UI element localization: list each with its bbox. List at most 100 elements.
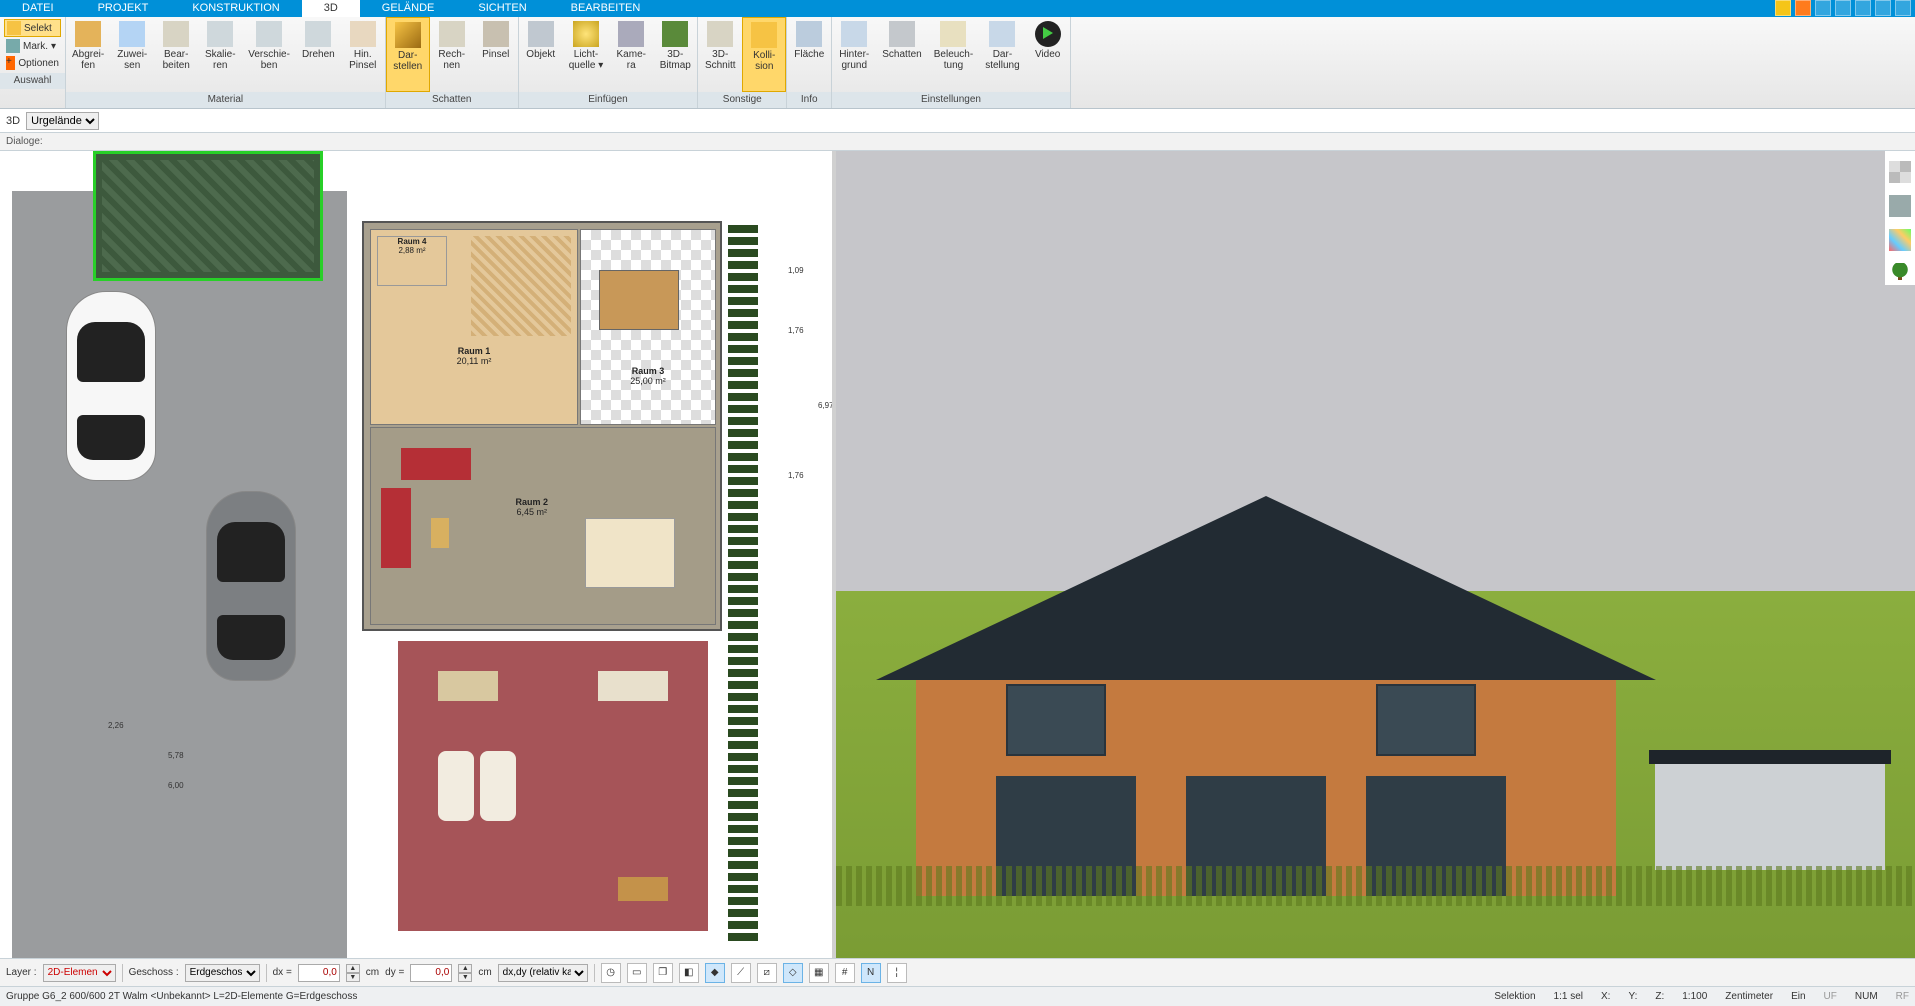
tool-hin-pinsel[interactable]: Hin. Pinsel xyxy=(341,17,385,92)
stairs-icon xyxy=(471,236,571,336)
tab-bearbeiten[interactable]: BEARBEITEN xyxy=(549,0,663,17)
north-icon[interactable]: N xyxy=(861,963,881,983)
chair-2 xyxy=(480,751,516,821)
green-roof xyxy=(93,151,323,281)
room-1: Raum 42,88 m² Raum 120,11 m² xyxy=(370,229,578,425)
stack-icon[interactable]: ❐ xyxy=(653,963,673,983)
lounger-1 xyxy=(438,671,498,701)
notify-icon[interactable] xyxy=(1775,0,1791,16)
tool-hintergrund[interactable]: Hinter- grund xyxy=(832,17,876,92)
tab-gelaende[interactable]: GELÄNDE xyxy=(360,0,457,17)
grid-icon[interactable]: ▦ xyxy=(809,963,829,983)
house-outline: Raum 42,88 m² Raum 120,11 m² Raum 325,00… xyxy=(362,221,722,631)
tool-drehen[interactable]: Drehen xyxy=(296,17,341,92)
tab-3d[interactable]: 3D xyxy=(302,0,360,17)
help-icon[interactable] xyxy=(1835,0,1851,16)
garage-3d xyxy=(1655,760,1885,870)
tool-pinsel[interactable]: Pinsel xyxy=(474,17,518,92)
settings-icon[interactable] xyxy=(1815,0,1831,16)
group-schatten-label: Schatten xyxy=(386,92,518,108)
tool-beleuchtung[interactable]: Beleuch- tung xyxy=(928,17,979,92)
tool-kamera[interactable]: Kame- ra xyxy=(609,17,653,92)
tab-projekt[interactable]: PROJEKT xyxy=(76,0,171,17)
mode-label: 3D xyxy=(6,115,20,127)
tool-kollision[interactable]: Kolli- sion xyxy=(742,17,786,92)
screen-icon[interactable]: ▭ xyxy=(627,963,647,983)
furniture-icon[interactable] xyxy=(1889,195,1911,217)
sofa-2 xyxy=(381,488,411,568)
tab-sichten[interactable]: SICHTEN xyxy=(456,0,548,17)
dim-label: 2,26 xyxy=(108,721,124,730)
maximize-icon[interactable] xyxy=(1875,0,1891,16)
dim-label: 1,09 xyxy=(788,266,804,275)
tool-3d-schnitt[interactable]: 3D- Schnitt xyxy=(698,17,742,92)
mark-button[interactable]: Mark.▾ xyxy=(4,38,61,54)
dialoge-bar: Dialoge: xyxy=(0,133,1915,151)
snap-pt-icon[interactable]: ◆ xyxy=(705,963,725,983)
window-3d xyxy=(1006,684,1106,756)
snap-line-icon[interactable]: ⟋ xyxy=(731,963,751,983)
floor-plan-view[interactable]: Raum 42,88 m² Raum 120,11 m² Raum 325,00… xyxy=(0,151,836,966)
geschoss-select[interactable]: Erdgeschos xyxy=(185,964,260,982)
tool-abgreifen[interactable]: Abgrei- fen xyxy=(66,17,110,92)
parking-area xyxy=(12,191,347,966)
roof-3d xyxy=(876,496,1656,680)
selekt-button[interactable]: Selekt xyxy=(4,19,61,37)
tool-flaeche[interactable]: Fläche xyxy=(787,17,831,92)
unit-cm: cm xyxy=(366,967,379,978)
rel-select[interactable]: dx,dy (relativ ka xyxy=(498,964,588,982)
tool-bearbeiten[interactable]: Bear- beiten xyxy=(154,17,198,92)
status-bar: Gruppe G6_2 600/600 2T Walm <Unbekannt> … xyxy=(0,986,1915,1006)
tab-konstruktion[interactable]: KONSTRUKTION xyxy=(170,0,301,17)
clock-icon[interactable]: ◷ xyxy=(601,963,621,983)
dx-spinner[interactable]: ▲▼ xyxy=(346,964,360,982)
tool-objekt[interactable]: Objekt xyxy=(519,17,563,92)
layer-select[interactable]: 2D-Elemen xyxy=(43,964,116,982)
group-einfuegen-label: Einfügen xyxy=(519,92,698,108)
terrain-select[interactable]: Urgelände xyxy=(26,112,99,130)
bottom-bar: Layer : 2D-Elemen Geschoss : Erdgeschos … xyxy=(0,958,1915,986)
group-material-label: Material xyxy=(66,92,385,108)
tool-skalieren[interactable]: Skalie- ren xyxy=(198,17,242,92)
tool-zuweisen[interactable]: Zuwei- sen xyxy=(110,17,154,92)
dx-label: dx = xyxy=(273,967,292,978)
tool-darstellung[interactable]: Dar- stellung xyxy=(979,17,1025,92)
chair-1 xyxy=(438,751,474,821)
snap-mid-icon[interactable]: ⧄ xyxy=(757,963,777,983)
tool-schatten[interactable]: Schatten xyxy=(876,17,927,92)
layer-toggle-icon[interactable]: ◧ xyxy=(679,963,699,983)
close-icon[interactable] xyxy=(1895,0,1911,16)
tool-3d-bitmap[interactable]: 3D- Bitmap xyxy=(653,17,697,92)
snap-grid-icon[interactable]: ◇ xyxy=(783,963,803,983)
optionen-button[interactable]: +Optionen xyxy=(4,55,61,71)
dx-input[interactable] xyxy=(298,964,340,982)
hash-icon[interactable]: # xyxy=(835,963,855,983)
window-3d xyxy=(1376,684,1476,756)
tool-lichtquelle[interactable]: Licht- quelle ▾ xyxy=(563,17,610,92)
layers-icon[interactable] xyxy=(1889,161,1911,183)
text-cursor-icon[interactable]: ¦ xyxy=(887,963,907,983)
dy-input[interactable] xyxy=(410,964,452,982)
sub-bar: 3D Urgelände xyxy=(0,109,1915,133)
addon-icon[interactable] xyxy=(1795,0,1811,16)
workspace: Raum 42,88 m² Raum 120,11 m² Raum 325,00… xyxy=(0,151,1915,966)
room-2: Raum 26,45 m² xyxy=(370,427,716,625)
tool-verschieben[interactable]: Verschie- ben xyxy=(242,17,296,92)
tool-video[interactable]: Video xyxy=(1026,17,1070,92)
tree-icon[interactable] xyxy=(1889,263,1911,285)
materials-icon[interactable] xyxy=(1889,229,1911,251)
minimize-icon[interactable] xyxy=(1855,0,1871,16)
tool-rechnen[interactable]: Rech- nen xyxy=(430,17,474,92)
mark-label: Mark. xyxy=(23,41,48,52)
tab-datei[interactable]: DATEI xyxy=(0,0,76,17)
window-controls xyxy=(1775,0,1915,16)
dim-label: 1,76 xyxy=(788,326,804,335)
status-left: Gruppe G6_2 600/600 2T Walm <Unbekannt> … xyxy=(6,991,357,1002)
room-4: Raum 42,88 m² xyxy=(377,236,447,286)
3d-view[interactable] xyxy=(836,151,1915,966)
hedge xyxy=(728,221,758,941)
tool-darstellen[interactable]: Dar- stellen xyxy=(386,17,430,92)
ribbon: Selekt Mark.▾ +Optionen Auswahl Abgrei- … xyxy=(0,17,1915,109)
dy-spinner[interactable]: ▲▼ xyxy=(458,964,472,982)
bench xyxy=(598,671,668,701)
